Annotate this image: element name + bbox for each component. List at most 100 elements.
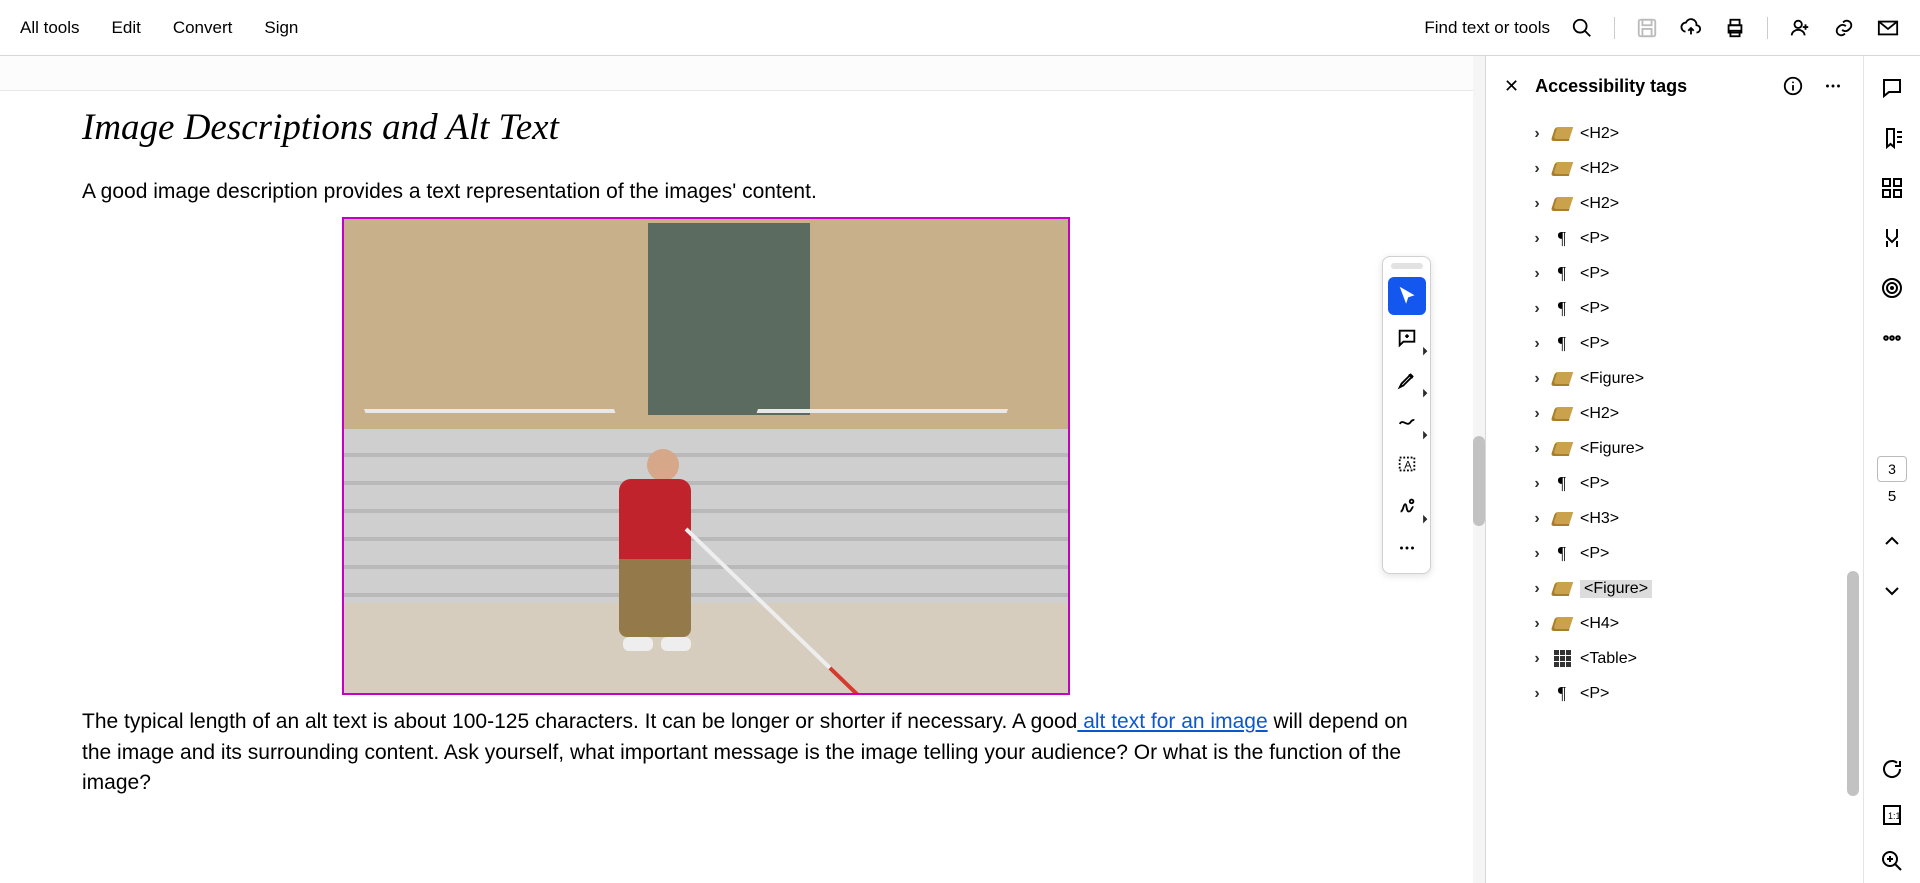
expand-chevron-icon[interactable]: › [1530,335,1544,353]
expand-chevron-icon[interactable]: › [1530,650,1544,668]
top-toolbar-right: Find text or tools [1424,16,1900,40]
tag-row[interactable]: ›¶<P> [1530,256,1863,291]
tag-row[interactable]: ›¶<P> [1530,466,1863,501]
save-icon [1635,16,1659,40]
paragraph-tag-icon: ¶ [1552,299,1572,319]
thumbnails-pane-icon[interactable] [1878,174,1906,202]
expand-chevron-icon[interactable]: › [1530,230,1544,248]
tag-label: <Figure> [1580,370,1644,388]
email-icon[interactable] [1876,16,1900,40]
panel-scrollbar-thumb[interactable] [1847,571,1859,796]
structure-tag-icon [1552,439,1572,459]
tag-row[interactable]: ›¶<P> [1530,221,1863,256]
fill-sign-tool[interactable] [1388,487,1426,525]
menu-convert[interactable]: Convert [173,18,233,38]
tag-label: <H2> [1580,405,1619,423]
structure-tag-icon [1552,159,1572,179]
info-icon[interactable] [1781,74,1805,98]
close-panel-button[interactable]: ✕ [1504,76,1519,97]
doc-scrollbar-thumb[interactable] [1473,436,1485,526]
menu-edit[interactable]: Edit [112,18,141,38]
tag-row[interactable]: ›¶<P> [1530,291,1863,326]
more-tools[interactable] [1388,529,1426,567]
expand-chevron-icon[interactable]: › [1530,265,1544,283]
expand-chevron-icon[interactable]: › [1530,405,1544,423]
expand-chevron-icon[interactable]: › [1530,370,1544,388]
menu-sign[interactable]: Sign [264,18,298,38]
draw-tool[interactable] [1388,403,1426,441]
rotate-view-icon[interactable] [1878,755,1906,783]
expand-chevron-icon[interactable]: › [1530,195,1544,213]
tag-row[interactable]: › <H2> [1530,151,1863,186]
tag-row[interactable]: › <H2> [1530,396,1863,431]
panel-scrollbar[interactable] [1847,116,1859,883]
accessibility-tags-panel: ✕ Accessibility tags ›<H2>›<H2>›<H2>›¶<P… [1486,56,1864,883]
add-text-tool[interactable]: A [1388,445,1426,483]
comments-pane-icon[interactable] [1878,74,1906,102]
expand-chevron-icon[interactable]: › [1530,545,1544,563]
zoom-in-icon[interactable] [1878,847,1906,875]
tags-tree[interactable]: ›<H2>›<H2>›<H2>›¶<P>›¶<P>›¶<P>›¶<P>›<Fig… [1486,116,1863,883]
top-toolbar: All tools Edit Convert Sign Find text or… [0,0,1920,56]
search-icon[interactable] [1570,16,1594,40]
tag-row[interactable]: › ¶ <P> [1530,676,1863,711]
tag-row[interactable]: ›<H4> [1530,606,1863,641]
expand-chevron-icon[interactable]: › [1530,580,1544,598]
doc-heading: Image Descriptions and Alt Text [82,106,1425,149]
page-gap [0,56,1473,91]
document-content: Image Descriptions and Alt Text A good i… [82,106,1425,809]
expand-chevron-icon[interactable]: › [1530,440,1544,458]
more-panes-icon[interactable] [1878,324,1906,352]
tag-row[interactable]: ›<H2> [1530,186,1863,221]
print-icon[interactable] [1723,16,1747,40]
page-up-button[interactable] [1878,527,1906,555]
select-tool[interactable] [1388,277,1426,315]
tag-row[interactable]: ›<H2> [1530,116,1863,151]
panel-options-icon[interactable] [1821,74,1845,98]
tag-label: <P> [1580,685,1609,703]
cloud-upload-icon[interactable] [1679,16,1703,40]
add-comment-tool[interactable] [1388,319,1426,357]
tag-row[interactable]: › <Figure> [1530,361,1863,396]
expand-chevron-icon[interactable]: › [1530,685,1544,703]
link-icon[interactable] [1832,16,1856,40]
paragraph-tag-icon: ¶ [1552,229,1572,249]
tag-row[interactable]: ›<Figure> [1530,571,1863,606]
page-down-button[interactable] [1878,577,1906,605]
menu-all-tools[interactable]: All tools [20,18,80,38]
structure-tag-icon [1552,614,1572,634]
paragraph-tag-icon: ¶ [1552,684,1572,704]
find-label[interactable]: Find text or tools [1424,18,1550,38]
total-pages: 5 [1888,488,1896,505]
paragraph-tag-icon: ¶ [1552,544,1572,564]
tag-row[interactable]: ›¶<P> [1530,536,1863,571]
page-navigator: 3 5 [1878,456,1906,505]
tag-row[interactable]: ›<Table> [1530,641,1863,676]
doc-scrollbar[interactable] [1473,56,1485,883]
expand-chevron-icon[interactable]: › [1530,300,1544,318]
toolbar-divider [1614,17,1615,39]
current-page-input[interactable]: 3 [1877,456,1907,482]
highlight-tool[interactable] [1388,361,1426,399]
tags-pane-icon[interactable] [1878,224,1906,252]
expand-chevron-icon[interactable]: › [1530,510,1544,528]
drag-handle[interactable] [1391,263,1423,269]
tag-row[interactable]: ›<H3> [1530,501,1863,536]
expand-chevron-icon[interactable]: › [1530,615,1544,633]
expand-chevron-icon[interactable]: › [1530,160,1544,178]
expand-chevron-icon[interactable]: › [1530,475,1544,493]
bookmarks-pane-icon[interactable] [1878,124,1906,152]
tag-row[interactable]: › <Figure> [1530,431,1863,466]
selected-figure[interactable] [342,217,1070,695]
tag-row[interactable]: ›¶<P> [1530,326,1863,361]
paragraph-tag-icon: ¶ [1552,264,1572,284]
share-user-icon[interactable] [1788,16,1812,40]
expand-chevron-icon[interactable]: › [1530,125,1544,143]
quick-tools-toolbar[interactable]: A [1382,256,1431,574]
tag-label: <Figure> [1580,440,1644,458]
target-icon[interactable] [1878,274,1906,302]
doc-link-alt-text[interactable]: alt text for an image [1077,710,1267,733]
structure-tag-icon [1552,404,1572,424]
tag-label: <H2> [1580,160,1619,178]
actual-size-icon[interactable]: 1:1 [1878,801,1906,829]
